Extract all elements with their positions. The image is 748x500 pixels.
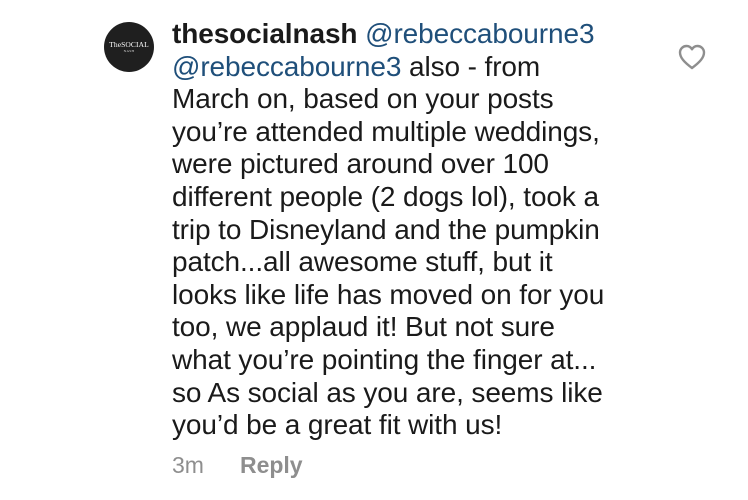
comment-line: looks like life has moved on for you — [172, 278, 605, 310]
comment: TheSOCIAL NASH thesocialnash @rebeccabou… — [0, 0, 748, 500]
comment-meta: 3m Reply — [172, 452, 303, 479]
comment-line: @rebeccabourne3 also - from — [172, 51, 652, 84]
comment-line: thesocialnash @rebeccabourne3 — [172, 18, 652, 51]
comment-line: what you’re pointing the finger at... — [172, 343, 597, 375]
comment-line: too, we applaud it! But not sure — [172, 311, 555, 343]
mention-link[interactable]: @rebeccabourne3 — [365, 18, 594, 49]
avatar-logo-text: TheSOCIAL — [109, 39, 149, 49]
comment-username[interactable]: thesocialnash — [172, 18, 358, 49]
heart-outline-icon — [678, 44, 706, 70]
avatar[interactable]: TheSOCIAL NASH — [104, 22, 154, 72]
comment-line: were pictured around over 100 — [172, 148, 549, 180]
comment-line: March on, based on your posts — [172, 83, 554, 115]
comment-text-segment: also - from — [401, 50, 541, 82]
comment-line: so As social as you are, seems like — [172, 376, 603, 408]
reply-button[interactable]: Reply — [240, 452, 303, 479]
comment-timestamp: 3m — [172, 452, 204, 478]
avatar-logo-subtext: NASH — [123, 49, 135, 53]
comment-line: you’re attended multiple weddings, — [172, 115, 600, 147]
mention-link[interactable]: @rebeccabourne3 — [172, 51, 401, 82]
comment-line: different people (2 dogs lol), took a — [172, 180, 599, 212]
like-button[interactable] — [678, 44, 706, 70]
comment-text: thesocialnash @rebeccabourne3 @rebeccabo… — [172, 18, 652, 442]
comment-line: you’d be a great fit with us! — [172, 409, 503, 441]
comment-line: trip to Disneyland and the pumpkin — [172, 213, 600, 245]
comment-line: patch...all awesome stuff, but it — [172, 246, 553, 278]
